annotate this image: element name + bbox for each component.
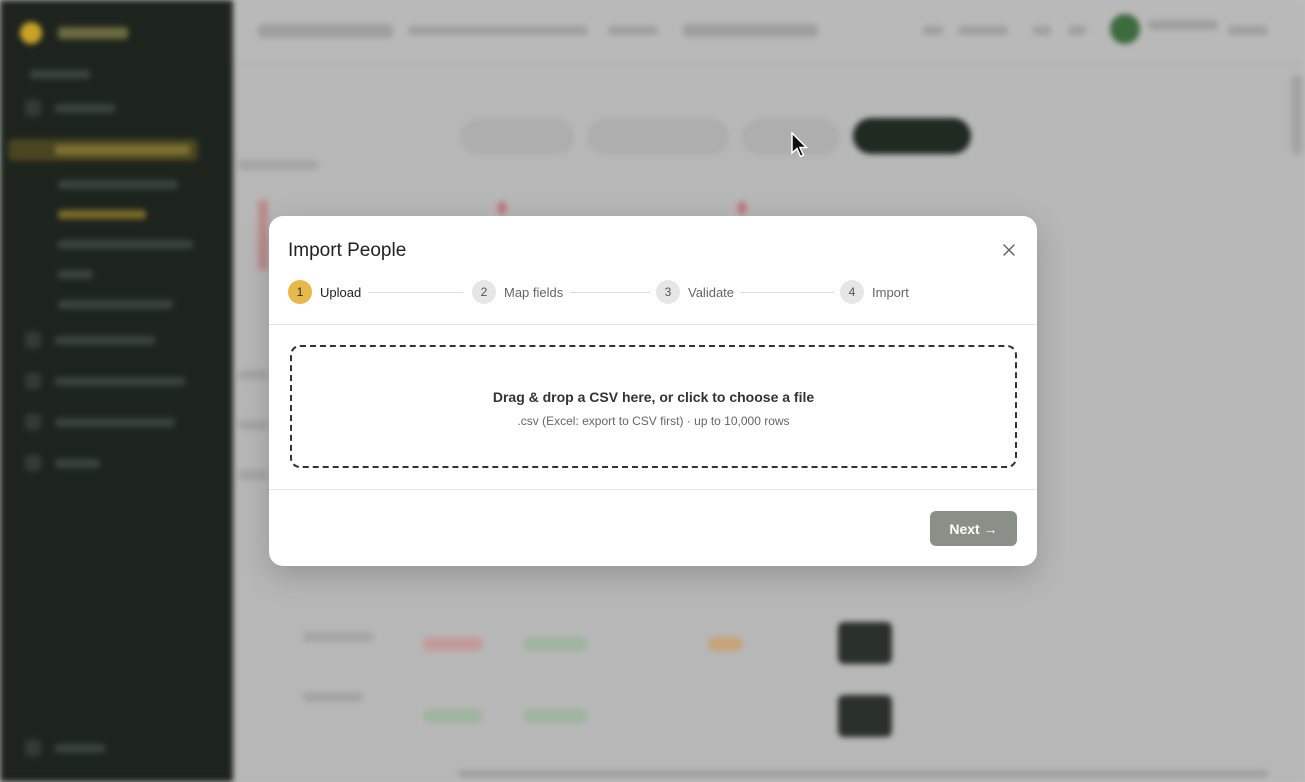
user-name	[1148, 20, 1218, 30]
status-badge	[523, 709, 588, 723]
dropzone-primary-text: Drag & drop a CSV here, or click to choo…	[492, 389, 815, 405]
import-people-modal: Import People 1 Upload 2 Map fields 3 Va…	[269, 216, 1037, 566]
step-number: 3	[656, 280, 680, 304]
sidebar-item-icon	[25, 332, 41, 348]
vertical-scrollbar[interactable]	[1291, 75, 1303, 155]
stepper: 1 Upload 2 Map fields 3 Validate 4 Impor…	[288, 280, 928, 304]
sidebar-item-icon	[25, 455, 41, 471]
filter-pill[interactable]	[461, 120, 573, 154]
sidebar-item[interactable]	[55, 336, 155, 345]
next-button[interactable]: Next →	[930, 511, 1017, 546]
avatar[interactable]	[1110, 14, 1140, 44]
sidebar-item-icon	[25, 100, 41, 116]
sidebar-subitem[interactable]	[58, 300, 173, 309]
close-icon	[1003, 244, 1015, 256]
step-upload: 1 Upload	[288, 280, 361, 304]
top-bar-item[interactable]	[1228, 26, 1268, 35]
table-cell	[303, 632, 373, 642]
status-badge	[423, 637, 483, 651]
table-row-action[interactable]	[838, 695, 892, 737]
sidebar-item-active-label	[55, 145, 190, 155]
sidebar-subitem[interactable]	[58, 270, 93, 279]
status-badge	[423, 709, 483, 723]
top-bar-icon[interactable]	[923, 26, 943, 35]
row-label	[238, 370, 268, 380]
sidebar-item-icon	[25, 373, 41, 389]
mouse-cursor-icon	[791, 132, 809, 158]
table-row-action[interactable]	[838, 622, 892, 664]
card-accent	[258, 200, 268, 270]
sidebar-item[interactable]	[55, 377, 185, 386]
divider	[269, 324, 1037, 325]
top-bar	[233, 0, 1305, 62]
sidebar-item-icon	[25, 740, 41, 756]
top-bar-item[interactable]	[683, 24, 818, 37]
top-bar-item[interactable]	[958, 26, 1008, 35]
csv-dropzone[interactable]: Drag & drop a CSV here, or click to choo…	[290, 345, 1017, 468]
breadcrumb	[408, 26, 588, 35]
dropzone-secondary-text: .csv (Excel: export to CSV first) · up t…	[517, 414, 790, 428]
horizontal-scrollbar[interactable]	[458, 770, 1268, 778]
sidebar	[0, 0, 233, 782]
sidebar-item[interactable]	[55, 459, 100, 468]
divider	[269, 489, 1037, 490]
step-connector	[570, 292, 650, 293]
step-number: 4	[840, 280, 864, 304]
page-title	[258, 24, 393, 38]
row-label	[238, 470, 268, 480]
top-bar-icon[interactable]	[1033, 26, 1051, 35]
modal-title: Import People	[288, 240, 407, 261]
primary-action[interactable]	[853, 118, 971, 154]
row-label	[238, 420, 268, 430]
status-badge	[708, 637, 743, 651]
step-label: Map fields	[504, 284, 564, 300]
card-marker	[738, 202, 746, 214]
sidebar-item[interactable]	[55, 744, 105, 753]
step-number: 1	[288, 280, 312, 304]
status-badge	[523, 637, 588, 651]
step-label: Import	[872, 284, 909, 300]
filter-pill[interactable]	[588, 120, 728, 154]
app-logo	[20, 22, 42, 44]
app-logo-text	[58, 27, 128, 39]
step-label: Upload	[320, 284, 362, 300]
step-label: Validate	[688, 284, 735, 300]
step-connector	[368, 292, 463, 293]
results-count	[238, 160, 318, 170]
sidebar-item[interactable]	[55, 418, 175, 427]
step-validate: 3 Validate	[656, 280, 734, 304]
sidebar-section-label	[30, 70, 90, 79]
sidebar-item-icon	[25, 414, 41, 430]
step-map-fields: 2 Map fields	[472, 280, 563, 304]
sidebar-item[interactable]	[55, 104, 115, 113]
sidebar-subitem-active[interactable]	[58, 210, 146, 219]
top-bar-item[interactable]	[608, 26, 658, 35]
table-cell	[303, 692, 363, 702]
sidebar-subitem[interactable]	[58, 240, 193, 249]
card-marker	[498, 202, 506, 214]
top-bar-icon[interactable]	[1068, 26, 1086, 35]
step-import: 4 Import	[840, 280, 909, 304]
step-connector	[740, 292, 834, 293]
step-number: 2	[472, 280, 496, 304]
close-button[interactable]	[999, 240, 1019, 260]
sidebar-subitem[interactable]	[58, 180, 178, 189]
